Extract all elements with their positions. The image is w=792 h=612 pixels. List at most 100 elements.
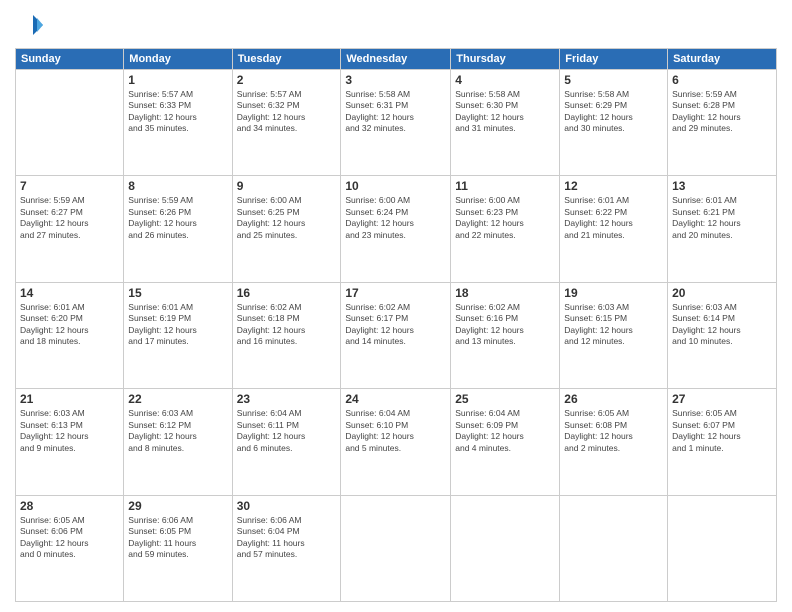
day-info: Sunrise: 5:59 AM Sunset: 6:26 PM Dayligh… [128,195,227,241]
calendar-cell: 28Sunrise: 6:05 AM Sunset: 6:06 PM Dayli… [16,495,124,601]
day-info: Sunrise: 6:03 AM Sunset: 6:13 PM Dayligh… [20,408,119,454]
calendar-cell: 11 Sunrise: 6:00 AM Sunset: 6:23 PM Dayli… [451,176,560,282]
day-info: Sunrise: 5:57 AM Sunset: 6:32 PM Dayligh… [237,89,337,135]
calendar-header-thursday: Thursday [451,49,560,70]
day-number: 18 [455,286,555,300]
day-number: 1 [128,73,227,87]
calendar-cell [560,495,668,601]
day-number: 2 [237,73,337,87]
calendar-cell: 9 Sunrise: 6:00 AM Sunset: 6:25 PM Daylig… [232,176,341,282]
header [15,10,777,40]
calendar-header-friday: Friday [560,49,668,70]
calendar-header-tuesday: Tuesday [232,49,341,70]
calendar-cell [668,495,777,601]
day-info: Sunrise: 6:02 AM Sunset: 6:16 PM Dayligh… [455,302,555,348]
day-number: 8 [128,179,227,193]
calendar-cell: 4 Sunrise: 5:58 AM Sunset: 6:30 PM Daylig… [451,70,560,176]
page: SundayMondayTuesdayWednesdayThursdayFrid… [0,0,792,612]
day-number: 6 [672,73,772,87]
calendar-cell: 1 Sunrise: 5:57 AM Sunset: 6:33 PM Daylig… [124,70,232,176]
day-number: 12 [564,179,663,193]
calendar-cell: 5 Sunrise: 5:58 AM Sunset: 6:29 PM Daylig… [560,70,668,176]
calendar-cell: 15 Sunrise: 6:01 AM Sunset: 6:19 PM Dayli… [124,282,232,388]
day-info: Sunrise: 6:00 AM Sunset: 6:24 PM Dayligh… [345,195,446,241]
day-number: 11 [455,179,555,193]
calendar-cell: 21 Sunrise: 6:03 AM Sunset: 6:13 PM Dayli… [16,389,124,495]
calendar-cell: 12 Sunrise: 6:01 AM Sunset: 6:22 PM Dayli… [560,176,668,282]
day-number: 4 [455,73,555,87]
calendar-table: SundayMondayTuesdayWednesdayThursdayFrid… [15,48,777,602]
logo-icon [15,10,45,40]
calendar-cell: 3 Sunrise: 5:58 AM Sunset: 6:31 PM Daylig… [341,70,451,176]
calendar-cell [341,495,451,601]
day-info: Sunrise: 6:06 AM Sunset: 6:04 PM Dayligh… [237,515,337,561]
day-info: Sunrise: 6:06 AM Sunset: 6:05 PM Dayligh… [128,515,227,561]
calendar-cell: 8 Sunrise: 5:59 AM Sunset: 6:26 PM Daylig… [124,176,232,282]
day-number: 23 [237,392,337,406]
day-number: 19 [564,286,663,300]
calendar-cell: 30 Sunrise: 6:06 AM Sunset: 6:04 PM Dayli… [232,495,341,601]
calendar-header-wednesday: Wednesday [341,49,451,70]
day-number: 10 [345,179,446,193]
calendar-week-row: 28Sunrise: 6:05 AM Sunset: 6:06 PM Dayli… [16,495,777,601]
calendar-cell: 19 Sunrise: 6:03 AM Sunset: 6:15 PM Dayli… [560,282,668,388]
calendar-cell: 26Sunrise: 6:05 AM Sunset: 6:08 PM Dayli… [560,389,668,495]
day-info: Sunrise: 5:59 AM Sunset: 6:27 PM Dayligh… [20,195,119,241]
day-number: 20 [672,286,772,300]
calendar-week-row: 14Sunrise: 6:01 AM Sunset: 6:20 PM Dayli… [16,282,777,388]
day-number: 16 [237,286,337,300]
calendar-header-row: SundayMondayTuesdayWednesdayThursdayFrid… [16,49,777,70]
day-info: Sunrise: 6:04 AM Sunset: 6:09 PM Dayligh… [455,408,555,454]
calendar-cell: 14Sunrise: 6:01 AM Sunset: 6:20 PM Dayli… [16,282,124,388]
calendar-cell: 6 Sunrise: 5:59 AM Sunset: 6:28 PM Daylig… [668,70,777,176]
day-info: Sunrise: 6:01 AM Sunset: 6:22 PM Dayligh… [564,195,663,241]
logo [15,10,47,40]
day-info: Sunrise: 6:00 AM Sunset: 6:23 PM Dayligh… [455,195,555,241]
calendar-week-row: 7 Sunrise: 5:59 AM Sunset: 6:27 PM Daylig… [16,176,777,282]
calendar-header-monday: Monday [124,49,232,70]
day-info: Sunrise: 5:57 AM Sunset: 6:33 PM Dayligh… [128,89,227,135]
calendar-week-row: 1 Sunrise: 5:57 AM Sunset: 6:33 PM Daylig… [16,70,777,176]
day-info: Sunrise: 5:58 AM Sunset: 6:31 PM Dayligh… [345,89,446,135]
day-info: Sunrise: 6:00 AM Sunset: 6:25 PM Dayligh… [237,195,337,241]
day-number: 26 [564,392,663,406]
calendar-header-sunday: Sunday [16,49,124,70]
day-info: Sunrise: 6:03 AM Sunset: 6:12 PM Dayligh… [128,408,227,454]
day-info: Sunrise: 6:01 AM Sunset: 6:20 PM Dayligh… [20,302,119,348]
calendar-cell: 16 Sunrise: 6:02 AM Sunset: 6:18 PM Dayli… [232,282,341,388]
day-number: 15 [128,286,227,300]
day-info: Sunrise: 6:02 AM Sunset: 6:18 PM Dayligh… [237,302,337,348]
calendar-cell: 25Sunrise: 6:04 AM Sunset: 6:09 PM Dayli… [451,389,560,495]
day-number: 22 [128,392,227,406]
calendar-cell: 10 Sunrise: 6:00 AM Sunset: 6:24 PM Dayli… [341,176,451,282]
day-number: 5 [564,73,663,87]
calendar-cell: 13Sunrise: 6:01 AM Sunset: 6:21 PM Dayli… [668,176,777,282]
day-info: Sunrise: 6:02 AM Sunset: 6:17 PM Dayligh… [345,302,446,348]
day-number: 30 [237,499,337,513]
day-number: 29 [128,499,227,513]
day-number: 17 [345,286,446,300]
day-number: 7 [20,179,119,193]
day-info: Sunrise: 5:58 AM Sunset: 6:30 PM Dayligh… [455,89,555,135]
calendar-cell: 18 Sunrise: 6:02 AM Sunset: 6:16 PM Dayli… [451,282,560,388]
day-number: 3 [345,73,446,87]
day-info: Sunrise: 6:03 AM Sunset: 6:15 PM Dayligh… [564,302,663,348]
calendar-cell: 29 Sunrise: 6:06 AM Sunset: 6:05 PM Dayli… [124,495,232,601]
day-info: Sunrise: 5:59 AM Sunset: 6:28 PM Dayligh… [672,89,772,135]
calendar-cell: 27Sunrise: 6:05 AM Sunset: 6:07 PM Dayli… [668,389,777,495]
calendar-cell: 7 Sunrise: 5:59 AM Sunset: 6:27 PM Daylig… [16,176,124,282]
calendar-cell: 17 Sunrise: 6:02 AM Sunset: 6:17 PM Dayli… [341,282,451,388]
day-info: Sunrise: 6:04 AM Sunset: 6:10 PM Dayligh… [345,408,446,454]
day-info: Sunrise: 6:03 AM Sunset: 6:14 PM Dayligh… [672,302,772,348]
calendar-cell: 24 Sunrise: 6:04 AM Sunset: 6:10 PM Dayli… [341,389,451,495]
calendar-cell [451,495,560,601]
calendar-week-row: 21 Sunrise: 6:03 AM Sunset: 6:13 PM Dayli… [16,389,777,495]
day-number: 24 [345,392,446,406]
calendar-cell: 23Sunrise: 6:04 AM Sunset: 6:11 PM Dayli… [232,389,341,495]
day-number: 21 [20,392,119,406]
calendar-cell: 2 Sunrise: 5:57 AM Sunset: 6:32 PM Daylig… [232,70,341,176]
day-info: Sunrise: 6:01 AM Sunset: 6:19 PM Dayligh… [128,302,227,348]
calendar-cell: 20 Sunrise: 6:03 AM Sunset: 6:14 PM Dayli… [668,282,777,388]
day-info: Sunrise: 5:58 AM Sunset: 6:29 PM Dayligh… [564,89,663,135]
day-number: 9 [237,179,337,193]
